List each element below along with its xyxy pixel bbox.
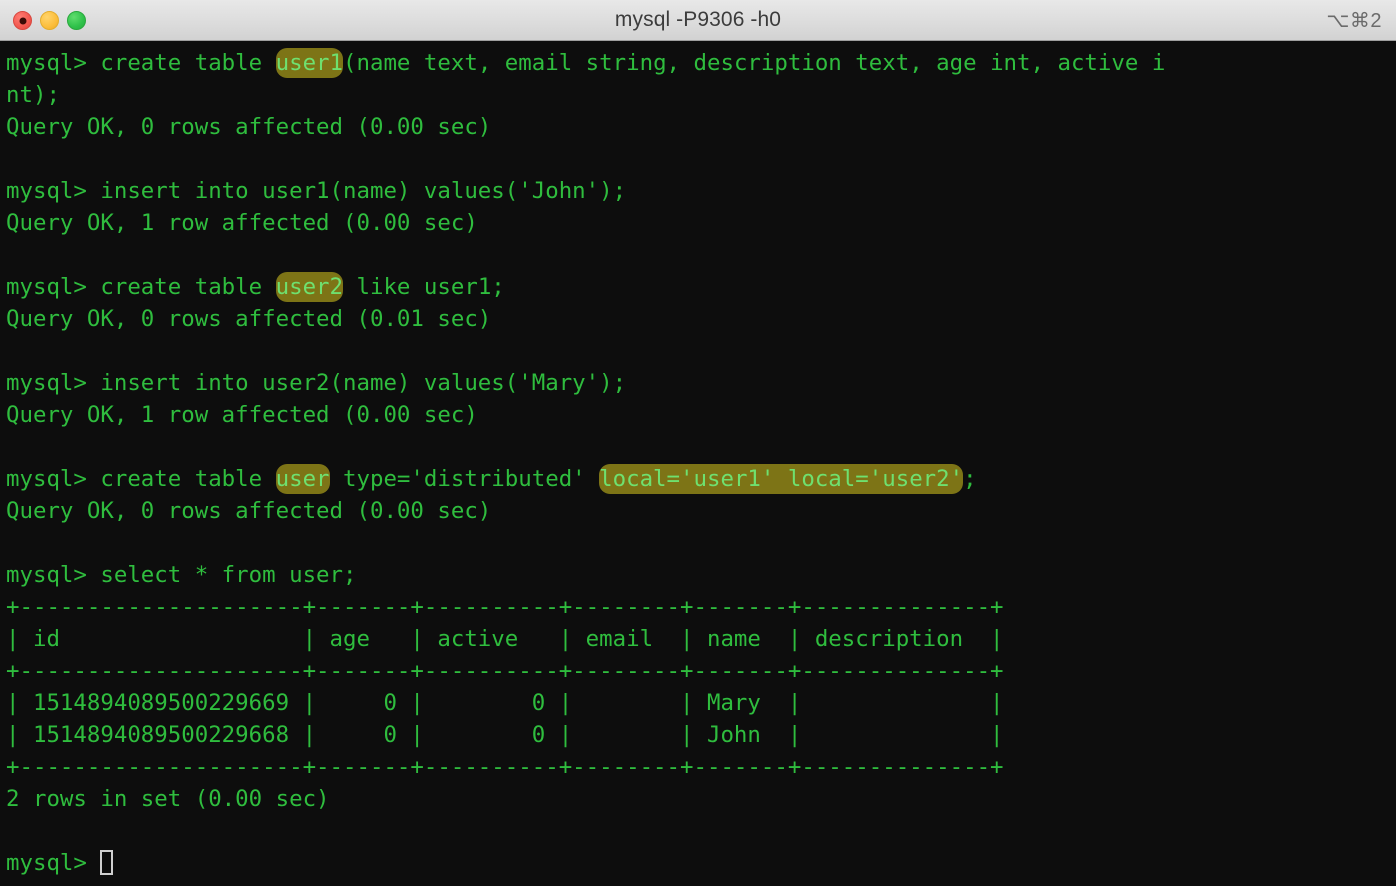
terminal-line-output: Query OK, 0 rows affected (0.01 sec) (6, 303, 1396, 335)
terminal-line-output: Query OK, 1 row affected (0.00 sec) (6, 207, 1396, 239)
terminal-line-table-header: | id | age | active | email | name | des… (6, 623, 1396, 655)
highlighted-token: user1 (275, 48, 344, 78)
text-cursor (100, 850, 114, 875)
highlighted-token: user (275, 464, 330, 494)
window-title: mysql -P9306 -h0 (614, 8, 782, 31)
window-titlebar[interactable]: mysql -P9306 -h0 ⌥⌘2 (0, 0, 1396, 41)
terminal-text: Query OK, 0 rows affected (0.01 sec) (6, 306, 492, 332)
terminal-text: mysql> (6, 850, 101, 876)
terminal-text: mysql> create table (6, 466, 276, 492)
terminal-text: (name text, email string, description te… (343, 50, 1166, 76)
terminal-text: Query OK, 1 row affected (0.00 sec) (6, 210, 478, 236)
keyboard-shortcut-badge: ⌥⌘2 (1326, 9, 1382, 32)
close-window-button[interactable] (13, 11, 32, 30)
terminal-line-table-rule: +---------------------+-------+---------… (6, 655, 1396, 687)
maximize-window-button[interactable] (67, 11, 86, 30)
terminal-line-table-row: | 1514894089500229668 | 0 | 0 | | John |… (6, 719, 1396, 751)
terminal-line-list: mysql> create table user1(name text, ema… (6, 47, 1396, 879)
terminal-output-area[interactable]: mysql> create table user1(name text, ema… (0, 41, 1396, 886)
terminal-text: | id | age | active | email | name | des… (6, 626, 1004, 652)
terminal-window: mysql -P9306 -h0 ⌥⌘2 mysql> create table… (0, 0, 1396, 886)
highlighted-token: local='user1' local='user2' (599, 464, 964, 494)
terminal-text: Query OK, 1 row affected (0.00 sec) (6, 402, 478, 428)
terminal-text: mysql> insert into user1(name) values('J… (6, 178, 627, 204)
terminal-line-table-rule: +---------------------+-------+---------… (6, 591, 1396, 623)
terminal-line-command: mysql> insert into user1(name) values('J… (6, 175, 1396, 207)
terminal-line-output: Query OK, 1 row affected (0.00 sec) (6, 399, 1396, 431)
terminal-text: Query OK, 0 rows affected (0.00 sec) (6, 114, 492, 140)
terminal-line-command: mysql> select * from user; (6, 559, 1396, 591)
terminal-text: | 1514894089500229669 | 0 | 0 | | Mary |… (6, 690, 1004, 716)
terminal-text: | 1514894089500229668 | 0 | 0 | | John |… (6, 722, 1004, 748)
terminal-text: mysql> create table (6, 50, 276, 76)
terminal-line-command: mysql> create table user1(name text, ema… (6, 47, 1396, 79)
terminal-line-command-wrap: nt); (6, 79, 1396, 111)
terminal-line-output: Query OK, 0 rows affected (0.00 sec) (6, 495, 1396, 527)
terminal-text: mysql> select * from user; (6, 562, 357, 588)
terminal-text: mysql> insert into user2(name) values('M… (6, 370, 627, 396)
terminal-text: +---------------------+-------+---------… (6, 754, 1004, 780)
terminal-line-prompt: mysql> (6, 847, 1396, 879)
traffic-light-buttons (13, 0, 86, 41)
terminal-line-table-row: | 1514894089500229669 | 0 | 0 | | Mary |… (6, 687, 1396, 719)
terminal-text: +---------------------+-------+---------… (6, 594, 1004, 620)
terminal-line-output: 2 rows in set (0.00 sec) (6, 783, 1396, 815)
terminal-line-output: Query OK, 0 rows affected (0.00 sec) (6, 111, 1396, 143)
terminal-line-command: mysql> create table user type='distribut… (6, 463, 1396, 495)
terminal-text: like user1; (343, 274, 505, 300)
terminal-line-command: mysql> create table user2 like user1; (6, 271, 1396, 303)
terminal-line-table-rule: +---------------------+-------+---------… (6, 751, 1396, 783)
terminal-text: type='distributed' (329, 466, 600, 492)
terminal-text: nt); (6, 82, 60, 108)
terminal-text: 2 rows in set (0.00 sec) (6, 786, 330, 812)
minimize-window-button[interactable] (40, 11, 59, 30)
terminal-text: +---------------------+-------+---------… (6, 658, 1004, 684)
terminal-text: ; (963, 466, 977, 492)
terminal-text: Query OK, 0 rows affected (0.00 sec) (6, 498, 492, 524)
terminal-text: mysql> create table (6, 274, 276, 300)
terminal-line-command: mysql> insert into user2(name) values('M… (6, 367, 1396, 399)
highlighted-token: user2 (275, 272, 344, 302)
